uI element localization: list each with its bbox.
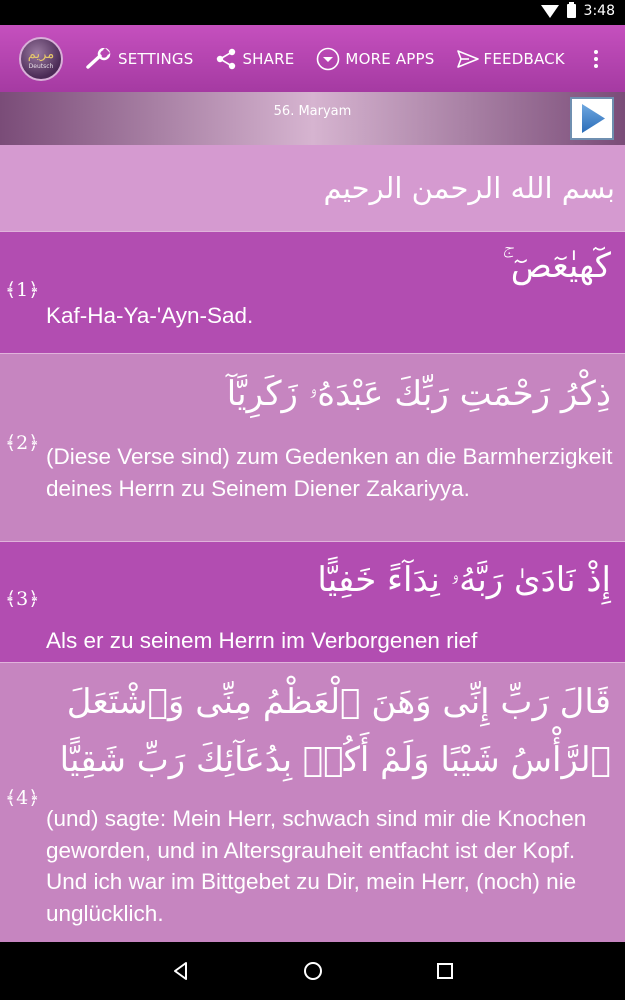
verse-translation: (und) sagte: Mein Herr, schwach sind mir…	[46, 806, 587, 926]
settings-label: SETTINGS	[118, 49, 194, 68]
verse-arabic: قَالَ رَبِّ إِنِّى وَهَنَ ٱلْعَظْمُ مِنِ…	[59, 682, 611, 780]
sura-title: 56. Maryam	[273, 104, 352, 119]
verse-item[interactable]: إِذْ نَادَىٰ رَبَّهُۥ نِدَآءً خَفِيًّا A…	[0, 541, 625, 662]
verse-translation: Kaf-Ha-Ya-'Ayn-Sad.	[46, 303, 254, 328]
bismillah: بسم الله الرحمن الرحيم	[0, 145, 625, 231]
share-label: SHARE	[242, 49, 295, 68]
verse-number: ﴾3﴿	[5, 588, 40, 610]
verse-number: ﴾2﴿	[5, 432, 40, 454]
overflow-menu-icon[interactable]	[594, 49, 598, 68]
verse-arabic: ذِكْرُ رَحْمَتِ رَبِّكَ عَبْدَهُۥ زَكَرِ…	[226, 374, 611, 414]
verse-number: ﴾4﴿	[5, 787, 40, 809]
more-apps-button[interactable]: MORE APPS	[316, 47, 434, 71]
system-navigation-bar	[0, 942, 625, 1000]
share-icon	[217, 48, 236, 69]
verse-arabic: إِذْ نَادَىٰ رَبَّهُۥ نِدَآءً خَفِيًّا	[317, 560, 611, 600]
logo-arabic-text: مريم	[27, 46, 55, 62]
share-button[interactable]: SHARE	[215, 48, 294, 70]
audio-player-bar: 56. Maryam	[0, 92, 625, 145]
verse-item[interactable]: ذِكْرُ رَحْمَتِ رَبِّكَ عَبْدَهُۥ زَكَرِ…	[0, 353, 625, 541]
verse-number: ﴾1﴿	[5, 279, 40, 301]
settings-button[interactable]: SETTINGS	[85, 47, 194, 70]
app-toolbar: مريم Deutsch SETTINGS SHARE MORE APPS FE…	[0, 25, 625, 92]
verse-translation: (Diese Verse sind) zum Gedenken an die B…	[46, 444, 613, 501]
battery-icon	[566, 2, 576, 18]
verse-arabic: كٓهيٰعٓصٓ ۚ	[502, 246, 611, 286]
back-icon[interactable]	[170, 960, 192, 982]
home-icon[interactable]	[302, 960, 324, 982]
wrench-icon	[86, 47, 111, 69]
chevron-down-circle-icon	[317, 47, 340, 70]
play-button[interactable]	[570, 97, 614, 140]
status-time: 3:48	[583, 3, 615, 19]
wifi-icon	[540, 4, 559, 18]
send-icon	[456, 49, 479, 68]
verse-item[interactable]: كٓهيٰعٓصٓ ۚ Kaf-Ha-Ya-'Ayn-Sad. ﴾1﴿	[0, 231, 625, 353]
play-icon	[582, 104, 605, 133]
verse-translation: Als er zu seinem Herrn im Verborgenen ri…	[46, 628, 478, 653]
verse-item[interactable]: قَالَ رَبِّ إِنِّى وَهَنَ ٱلْعَظْمُ مِنِ…	[0, 662, 625, 942]
recents-icon[interactable]	[434, 960, 456, 982]
logo-language-text: Deutsch	[28, 62, 54, 70]
app-logo[interactable]: مريم Deutsch	[19, 36, 63, 81]
more-apps-label: MORE APPS	[345, 49, 435, 68]
feedback-button[interactable]: FEEDBACK	[456, 49, 565, 69]
feedback-label: FEEDBACK	[483, 49, 565, 68]
verse-list[interactable]: بسم الله الرحمن الرحيم كٓهيٰعٓصٓ ۚ Kaf-H…	[0, 145, 625, 942]
status-bar: 3:48	[0, 0, 625, 25]
